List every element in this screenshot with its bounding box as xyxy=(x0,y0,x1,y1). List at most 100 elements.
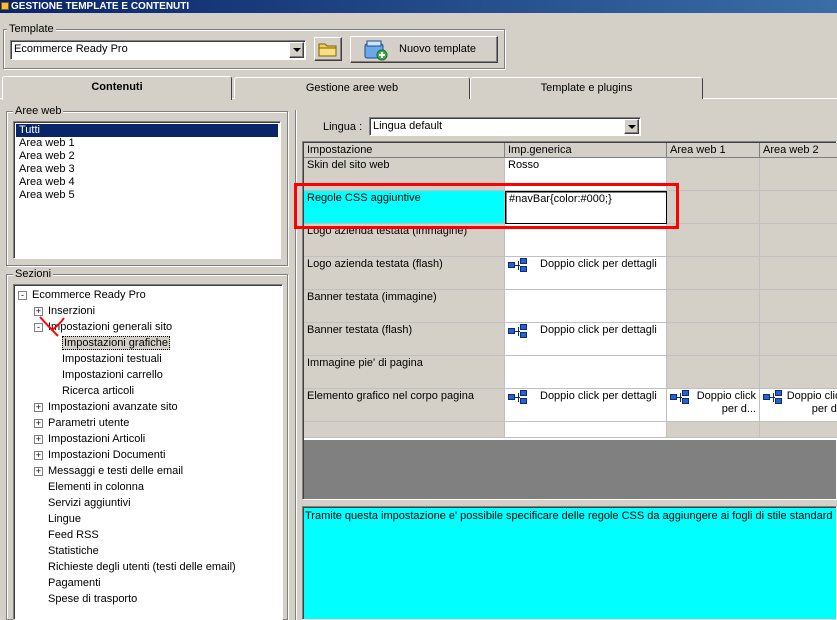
cell-text: Doppio click per dettagli xyxy=(540,390,657,402)
grid-cell-generic[interactable]: Doppio click per dettagli xyxy=(505,389,667,422)
grid-cell-area1[interactable]: Doppio click per d... xyxy=(667,389,760,422)
grid-cell-area1[interactable] xyxy=(667,191,760,224)
tree-item[interactable]: Spese di trasporto xyxy=(48,591,137,607)
grid-cell-area2[interactable] xyxy=(760,290,837,323)
tree-item-label: Impostazioni avanzate sito xyxy=(48,401,178,413)
column-header-impostazione[interactable]: Impostazione xyxy=(304,143,505,158)
tree-item-label: Pagamenti xyxy=(48,577,101,589)
tree-item-label: Messaggi e testi delle email xyxy=(48,465,184,477)
grid-cell-area2[interactable]: Doppio click per d... xyxy=(760,389,837,422)
folder-icon xyxy=(318,43,337,57)
grid-row-name[interactable]: Banner testata (immagine) xyxy=(304,290,505,323)
tree-item-label: Impostazioni carrello xyxy=(62,369,163,381)
chevron-down-icon[interactable] xyxy=(624,119,639,134)
detail-icon xyxy=(670,390,690,404)
tree-item[interactable]: Richieste degli utenti (testi delle emai… xyxy=(48,559,236,575)
grid-cell-area1[interactable] xyxy=(667,224,760,257)
grid-row-name[interactable]: Immagine pie' di pagina xyxy=(304,356,505,389)
grid-row-name[interactable]: Logo azienda testata (flash) xyxy=(304,257,505,290)
tab-template-plugins[interactable]: Template e plugins xyxy=(470,77,703,99)
aree-web-list[interactable]: Tutti Area web 1 Area web 2 Area web 3 A… xyxy=(13,121,281,259)
new-template-icon xyxy=(364,40,388,61)
grid-empty-cell[interactable] xyxy=(667,422,760,438)
column-header-imp-generica[interactable]: Imp.generica xyxy=(505,143,667,158)
grid-cell-area1[interactable] xyxy=(667,158,760,191)
description-panel: Tramite questa impostazione e' possibile… xyxy=(302,506,837,620)
tree-collapse-icon[interactable]: - xyxy=(18,291,27,300)
grid-cell-generic[interactable] xyxy=(505,356,667,389)
list-item[interactable]: Area web 1 xyxy=(16,137,278,150)
aree-web-label: Aree web xyxy=(13,105,64,117)
column-header-area-web-1[interactable]: Area web 1 xyxy=(667,143,760,158)
grid-cell-generic[interactable]: Doppio click per dettagli xyxy=(505,323,667,356)
grid-cell-generic[interactable] xyxy=(505,290,667,323)
tree-item[interactable]: Servizi aggiuntivi xyxy=(48,495,131,511)
tree-item-label: Lingue xyxy=(48,513,82,525)
grid-row-name[interactable]: Elemento grafico nel corpo pagina xyxy=(304,389,505,422)
grid-empty-cell[interactable] xyxy=(304,422,505,438)
tree-expand-icon[interactable]: + xyxy=(34,403,43,412)
tree-expand-icon[interactable]: + xyxy=(34,467,43,476)
grid-cell-area2[interactable] xyxy=(760,191,837,224)
tree-item[interactable]: Impostazioni Articoli xyxy=(48,431,145,447)
annotation-highlight-box xyxy=(294,183,679,229)
chevron-down-icon[interactable] xyxy=(289,42,304,58)
tree-expand-icon[interactable]: + xyxy=(34,435,43,444)
grid-cell-area1[interactable] xyxy=(667,323,760,356)
tree-item[interactable]: Ricerca articoli xyxy=(62,383,134,399)
tree-expand-icon[interactable]: + xyxy=(34,419,43,428)
cell-text: Rosso xyxy=(508,159,540,171)
grid-empty-cell[interactable] xyxy=(505,422,667,438)
tree-item-label: Impostazioni testuali xyxy=(62,353,162,365)
new-template-button[interactable]: Nuovo template xyxy=(350,36,498,63)
grid-cell-area2[interactable] xyxy=(760,323,837,356)
grid-cell-area2[interactable] xyxy=(760,257,837,290)
window-title: GESTIONE TEMPLATE E CONTENUTI xyxy=(11,1,190,12)
tree-item[interactable]: Messaggi e testi delle email xyxy=(48,463,183,479)
tree-item[interactable]: Impostazioni grafiche xyxy=(62,335,170,351)
lingua-label: Lingua : xyxy=(323,121,363,133)
cell-text: Doppio click per d... xyxy=(786,390,837,415)
tree-item-label: Impostazioni grafiche xyxy=(62,336,170,350)
tree-expand-icon[interactable]: + xyxy=(34,451,43,460)
list-item[interactable]: Tutti xyxy=(16,124,278,137)
tree-item[interactable]: Lingue xyxy=(48,511,81,527)
list-item[interactable]: Area web 2 xyxy=(16,150,278,163)
tree-item[interactable]: Impostazioni carrello xyxy=(62,367,163,383)
column-header-area-web-2[interactable]: Area web 2 xyxy=(760,143,837,158)
tree-item[interactable]: Parametri utente xyxy=(48,415,129,431)
lingua-combobox[interactable]: Lingua default xyxy=(369,117,641,136)
detail-icon xyxy=(508,390,528,404)
template-combobox-value: Ecommerce Ready Pro xyxy=(14,43,128,55)
grid-cell-generic[interactable]: Doppio click per dettagli xyxy=(505,257,667,290)
tree-item-label: Parametri utente xyxy=(48,417,130,429)
list-item[interactable]: Area web 4 xyxy=(16,176,278,189)
tree-item[interactable]: Impostazioni Documenti xyxy=(48,447,165,463)
grid-cell-area2[interactable] xyxy=(760,158,837,191)
grid-row-name[interactable]: Banner testata (flash) xyxy=(304,323,505,356)
tab-contenuti[interactable]: Contenuti xyxy=(2,76,232,100)
list-item[interactable]: Area web 3 xyxy=(16,163,278,176)
tree-item[interactable]: Impostazioni avanzate sito xyxy=(48,399,178,415)
grid-cell-area2[interactable] xyxy=(760,356,837,389)
tree-item[interactable]: Feed RSS xyxy=(48,527,99,543)
tree-item[interactable]: Statistiche xyxy=(48,543,99,559)
detail-icon xyxy=(763,390,783,404)
window-title-bar: GESTIONE TEMPLATE E CONTENUTI xyxy=(0,0,837,13)
template-combobox[interactable]: Ecommerce Ready Pro xyxy=(10,40,306,60)
list-item[interactable]: Area web 5 xyxy=(16,189,278,202)
open-folder-button[interactable] xyxy=(314,37,342,61)
cell-text: Doppio click per d... xyxy=(696,390,756,415)
tree-item-label: Impostazioni Documenti xyxy=(48,449,166,461)
grid-cell-area1[interactable] xyxy=(667,356,760,389)
grid-cell-area1[interactable] xyxy=(667,257,760,290)
grid-cell-area2[interactable] xyxy=(760,224,837,257)
grid-empty-cell[interactable] xyxy=(760,422,837,438)
tree-item[interactable]: Ecommerce Ready Pro xyxy=(32,287,146,303)
tree-item[interactable]: Elementi in colonna xyxy=(48,479,144,495)
grid-cell-area1[interactable] xyxy=(667,290,760,323)
tab-gestione-aree-web[interactable]: Gestione aree web xyxy=(234,77,470,99)
detail-icon xyxy=(508,258,528,272)
tree-item[interactable]: Impostazioni testuali xyxy=(62,351,162,367)
tree-item[interactable]: Pagamenti xyxy=(48,575,101,591)
